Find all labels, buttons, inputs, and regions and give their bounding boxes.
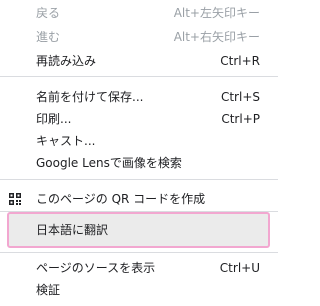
menu-separator	[0, 76, 278, 77]
menu-item-google-lens[interactable]: Google Lensで画像を検索	[0, 152, 278, 174]
menu-item-shortcut: Ctrl+U	[219, 261, 260, 275]
menu-item-cast[interactable]: キャスト...	[0, 130, 278, 152]
menu-item-forward[interactable]: 進む Alt+右矢印キー	[0, 26, 278, 48]
menu-item-print[interactable]: 印刷... Ctrl+P	[0, 108, 278, 130]
context-menu: 戻る Alt+左矢印キー 進む Alt+右矢印キー 再読み込み Ctrl+R 名…	[0, 0, 278, 306]
menu-item-label: 印刷...	[36, 112, 72, 126]
menu-item-inspect[interactable]: 検証	[0, 279, 278, 301]
menu-item-label: Google Lensで画像を検索	[36, 156, 182, 170]
menu-item-label: 進む	[36, 30, 61, 44]
menu-item-label: ページのソースを表示	[36, 261, 156, 275]
menu-item-view-source[interactable]: ページのソースを表示 Ctrl+U	[0, 257, 278, 279]
menu-item-shortcut: Alt+左矢印キー	[173, 6, 260, 20]
menu-item-label: 戻る	[36, 6, 61, 20]
menu-item-shortcut: Alt+右矢印キー	[173, 30, 260, 44]
menu-item-save-as[interactable]: 名前を付けて保存... Ctrl+S	[0, 86, 278, 108]
menu-separator	[0, 252, 278, 253]
menu-item-label: 名前を付けて保存...	[36, 90, 144, 104]
menu-item-reload[interactable]: 再読み込み Ctrl+R	[0, 50, 278, 72]
menu-item-label: 日本語に翻訳	[36, 223, 109, 237]
menu-separator	[0, 179, 278, 180]
menu-item-label: このページの QR コードを作成	[36, 192, 206, 206]
menu-item-qr-code[interactable]: このページの QR コードを作成	[0, 188, 278, 210]
qr-code-icon	[9, 193, 21, 205]
menu-item-label: 検証	[36, 283, 61, 297]
menu-item-back[interactable]: 戻る Alt+左矢印キー	[0, 2, 278, 24]
menu-item-shortcut: Ctrl+S	[220, 90, 260, 104]
menu-item-translate[interactable]: 日本語に翻訳	[0, 219, 278, 241]
menu-item-shortcut: Ctrl+R	[220, 54, 260, 68]
menu-item-label: 再読み込み	[36, 54, 97, 68]
menu-item-label: キャスト...	[36, 134, 96, 148]
menu-item-shortcut: Ctrl+P	[221, 112, 260, 126]
